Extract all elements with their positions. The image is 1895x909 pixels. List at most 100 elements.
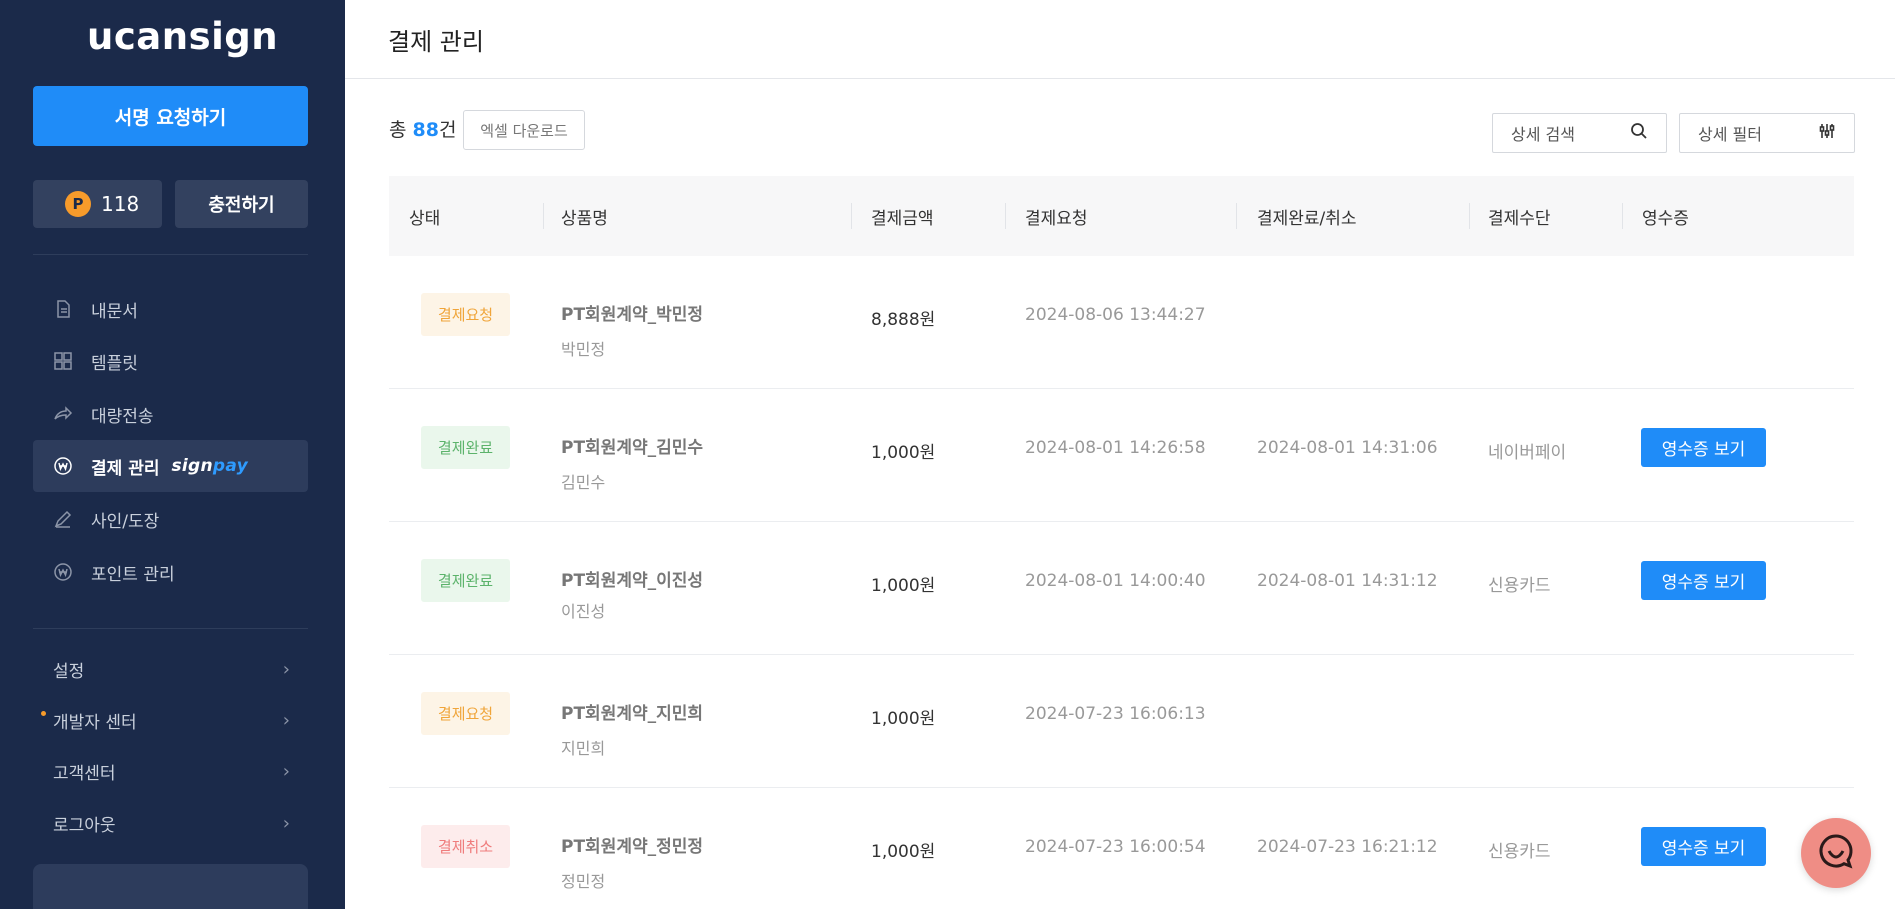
requested-date: 2024-08-06 13:44:27 <box>1025 305 1206 325</box>
chevron-right-icon: › <box>282 812 290 834</box>
product-name[interactable]: PT회원계약_지민희 <box>561 699 703 724</box>
column-header-requested: 결제요청 <box>1025 208 1088 229</box>
payment-method: 신용카드 <box>1488 576 1551 596</box>
view-receipt-button[interactable]: 영수증 보기 <box>1641 428 1766 467</box>
column-separator <box>1236 203 1237 229</box>
count-number: 88 <box>412 119 439 141</box>
count-prefix: 총 <box>389 119 413 141</box>
sidebar-item-signature-stamp[interactable]: 사인/도장 <box>33 493 308 545</box>
table-header: 상태 상품명 결제금액 결제요청 결제완료/취소 결제수단 영수증 <box>389 176 1854 256</box>
payment-amount: 1,000원 <box>871 709 936 729</box>
product-name[interactable]: PT회원계약_이진성 <box>561 566 703 591</box>
sidebar-item-point-management[interactable]: 포인트 관리 <box>33 546 308 598</box>
chat-support-button[interactable] <box>1801 818 1871 888</box>
requested-date: 2024-07-23 16:06:13 <box>1025 704 1206 724</box>
product-name[interactable]: PT회원계약_정민정 <box>561 832 703 857</box>
sidebar-item-label: 개발자 센터 <box>53 712 137 733</box>
table-row[interactable]: 결제취소 PT회원계약_정민정 정민정 1,000원 2024-07-23 16… <box>389 788 1854 909</box>
sidebar-item-label: 템플릿 <box>91 353 138 374</box>
sidebar-bottom-panel <box>33 864 308 909</box>
chevron-right-icon: › <box>282 760 290 782</box>
customer-name: 김민수 <box>561 473 606 492</box>
ucansign-logo[interactable]: ucansign <box>87 16 278 58</box>
sidebar-item-documents[interactable]: 내문서 <box>33 283 308 335</box>
chevron-right-icon: › <box>282 658 290 680</box>
point-coin-icon: P <box>65 191 91 217</box>
sidebar-item-logout[interactable]: 로그아웃 › <box>33 799 308 847</box>
sidebar-item-label: 대량전송 <box>91 406 154 427</box>
column-separator <box>543 203 544 229</box>
signpay-badge: signpay <box>171 456 248 476</box>
points-display[interactable]: P 118 <box>33 180 162 228</box>
product-name[interactable]: PT회원계약_김민수 <box>561 433 703 458</box>
table-row[interactable]: 결제요청 PT회원계약_지민희 지민희 1,000원 2024-07-23 16… <box>389 655 1854 788</box>
sidebar-item-templates[interactable]: 템플릿 <box>33 335 308 387</box>
charge-button[interactable]: 충전하기 <box>175 180 308 228</box>
requested-date: 2024-07-23 16:00:54 <box>1025 837 1206 857</box>
document-icon <box>53 299 73 319</box>
customer-name: 지민희 <box>561 739 606 758</box>
sidebar-item-settings[interactable]: 설정 › <box>33 645 308 693</box>
column-separator <box>1005 203 1006 229</box>
filter-sliders-icon <box>1818 122 1836 144</box>
status-badge: 결제완료 <box>421 559 510 602</box>
view-receipt-button[interactable]: 영수증 보기 <box>1641 827 1766 866</box>
chat-icon <box>1816 831 1856 875</box>
sidebar-divider <box>33 254 308 255</box>
detail-search-button[interactable]: 상세 검색 <box>1492 113 1667 153</box>
column-header-status: 상태 <box>409 208 441 229</box>
customer-name: 이진성 <box>561 602 606 621</box>
customer-name: 정민정 <box>561 872 606 891</box>
table-row[interactable]: 결제완료 PT회원계약_이진성 이진성 1,000원 2024-08-01 14… <box>389 522 1854 655</box>
points-value: 118 <box>101 192 140 216</box>
sidebar-item-label: 고객센터 <box>53 763 116 784</box>
status-badge: 결제취소 <box>421 825 510 868</box>
column-header-method: 결제수단 <box>1488 208 1551 229</box>
table-row[interactable]: 결제요청 PT회원계약_박민정 박민정 8,888원 2024-08-06 13… <box>389 256 1854 389</box>
pen-icon <box>53 509 73 529</box>
chevron-right-icon: › <box>282 709 290 731</box>
column-separator <box>1622 203 1623 229</box>
status-badge: 결제요청 <box>421 293 510 336</box>
sidebar-item-label: 포인트 관리 <box>91 564 175 585</box>
sidebar-item-customer-center[interactable]: 고객센터 › <box>33 747 308 795</box>
payment-amount: 1,000원 <box>871 443 936 463</box>
excel-download-button[interactable]: 엑셀 다운로드 <box>463 110 585 150</box>
column-separator <box>851 203 852 229</box>
share-icon <box>53 404 73 424</box>
sidebar-divider <box>33 628 308 629</box>
total-count: 총 88건 <box>389 115 456 142</box>
sidebar-item-payment-management[interactable]: 결제 관리 signpay <box>33 440 308 492</box>
completed-date: 2024-07-23 16:21:12 <box>1257 837 1438 857</box>
sidebar-item-bulk-send[interactable]: 대량전송 <box>33 388 308 440</box>
sidebar-item-label: 내문서 <box>91 301 138 322</box>
sidebar-item-label: 설정 <box>53 661 85 682</box>
template-icon <box>53 351 73 371</box>
requested-date: 2024-08-01 14:26:58 <box>1025 438 1206 458</box>
sidebar-item-developer-center[interactable]: 개발자 센터 › <box>33 696 308 744</box>
search-label: 상세 검색 <box>1511 125 1575 144</box>
won-circle-icon <box>53 456 73 476</box>
page-header: 결제 관리 <box>345 0 1895 79</box>
table-row[interactable]: 결제완료 PT회원계약_김민수 김민수 1,000원 2024-08-01 14… <box>389 389 1854 522</box>
filter-label: 상세 필터 <box>1698 125 1762 144</box>
completed-date: 2024-08-01 14:31:06 <box>1257 438 1438 458</box>
sidebar-item-label: 결제 관리 <box>91 458 160 479</box>
payment-method: 네이버페이 <box>1488 443 1567 463</box>
sidebar-item-label: 로그아웃 <box>53 815 116 836</box>
product-name[interactable]: PT회원계약_박민정 <box>561 300 703 325</box>
column-header-completed: 결제완료/취소 <box>1257 208 1357 229</box>
request-signature-button[interactable]: 서명 요청하기 <box>33 86 308 146</box>
completed-date: 2024-08-01 14:31:12 <box>1257 571 1438 591</box>
customer-name: 박민정 <box>561 340 606 359</box>
payment-method: 신용카드 <box>1488 842 1551 862</box>
payment-amount: 1,000원 <box>871 842 936 862</box>
column-separator <box>1469 203 1470 229</box>
detail-filter-button[interactable]: 상세 필터 <box>1679 113 1855 153</box>
view-receipt-button[interactable]: 영수증 보기 <box>1641 561 1766 600</box>
column-header-product: 상품명 <box>561 208 608 229</box>
count-suffix: 건 <box>438 119 457 141</box>
sidebar: ucansign 서명 요청하기 P 118 충전하기 내문서 템플릿 대량전송… <box>0 0 345 909</box>
requested-date: 2024-08-01 14:00:40 <box>1025 571 1206 591</box>
search-icon <box>1630 122 1648 144</box>
